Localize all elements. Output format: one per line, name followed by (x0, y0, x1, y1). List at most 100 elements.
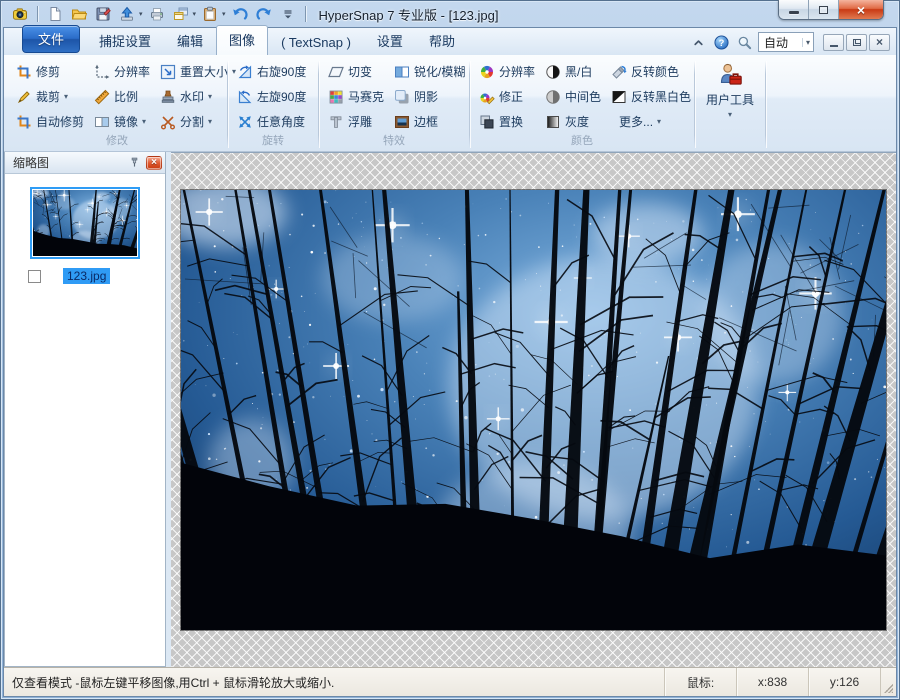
close-icon: × (857, 3, 865, 17)
dropdown-arrow-icon: ▾ (728, 110, 732, 119)
ribbon-button-crop[interactable]: 裁剪▾ (12, 86, 88, 108)
ribbon-button-invert-colors[interactable]: 反转颜色 (607, 61, 695, 83)
ribbon-button-frame[interactable]: 边框 (390, 111, 469, 133)
ribbon-button-user-tools[interactable]: 用户工具 ▾ (696, 57, 764, 119)
tab-capture-settings[interactable]: 捕捉设置 (86, 27, 164, 55)
ribbon-button-rotate-left-90[interactable]: 左旋90度 (233, 86, 313, 108)
panel-close-button[interactable]: × (146, 156, 162, 170)
window-controls: × (778, 0, 884, 20)
ribbon-button-color-correct[interactable]: 修正 (475, 86, 539, 108)
ribbon-button-midtone[interactable]: 中间色 (541, 86, 605, 108)
color-correct-icon (479, 89, 495, 105)
quick-access-toolbar: ▾ ▾ ▾ (10, 4, 309, 24)
image-canvas[interactable] (171, 152, 896, 667)
ribbon-right-controls: 自动 ▾ × (689, 32, 890, 55)
mosaic-icon (328, 89, 344, 105)
thumbnail-filename[interactable]: 123.jpg (63, 268, 110, 284)
ribbon-button-invert-bw[interactable]: 反转黑白色 (607, 86, 695, 108)
window-title: HyperSnap 7 专业版 - [123.jpg] (319, 5, 499, 24)
tab-image[interactable]: 图像 (216, 25, 268, 55)
app-logo-camera-icon[interactable] (10, 4, 30, 24)
status-bar: 仅查看模式 -鼠标左键平移图像,用Ctrl + 鼠标滑轮放大或缩小. 鼠标: x… (4, 667, 896, 696)
collapse-ribbon-chevron-icon[interactable] (689, 33, 707, 51)
tab-settings[interactable]: 设置 (364, 27, 416, 55)
ribbon-button-trim[interactable]: 修剪 (12, 61, 88, 83)
rotate-any-angle-icon (237, 114, 253, 130)
print-icon[interactable] (147, 4, 167, 24)
thumbnail-checkbox[interactable] (28, 270, 41, 283)
group-label-modify: 修改 (8, 134, 226, 151)
ribbon-button-color-replace[interactable]: 置换 (475, 111, 539, 133)
doc-restore-button[interactable] (846, 34, 867, 51)
user-tools-icon (717, 61, 744, 88)
ribbon-button-rotate-right-90[interactable]: 右旋90度 (233, 61, 313, 83)
zoom-select[interactable]: 自动 ▾ (758, 32, 814, 52)
dropdown-arrow-icon: ▾ (208, 92, 212, 101)
ribbon-button-mirror[interactable]: 镜像▾ (90, 111, 154, 133)
title-bar: ▾ ▾ ▾ HyperSnap 7 专业版 - [123.jpg] × (4, 0, 896, 28)
clipboard-paste-icon[interactable] (200, 4, 220, 24)
tab-help[interactable]: 帮助 (416, 27, 468, 55)
minimize-button[interactable] (779, 0, 809, 19)
ribbon-button-emboss[interactable]: 浮雕 (324, 111, 388, 133)
ribbon-button-resolution[interactable]: 分辨率 (90, 61, 154, 83)
thumbnail-caption-row: 123.jpg (20, 268, 150, 284)
export-upload-icon[interactable] (117, 4, 137, 24)
open-image[interactable] (181, 190, 886, 630)
magnifier-icon[interactable] (735, 33, 753, 51)
ribbon-group-effects: 切变 马赛克 浮雕 锐化/模糊 阴影 边框 特效 (320, 57, 468, 151)
minimize-icon (830, 45, 838, 47)
mirror-icon (94, 114, 110, 130)
ribbon-button-color-resolution[interactable]: 分辨率 (475, 61, 539, 83)
tab-textsnap[interactable]: ( TextSnap ) (268, 31, 364, 55)
auto-crop-icon (16, 114, 32, 130)
thumbnail-image[interactable] (30, 187, 140, 259)
ribbon-button-mosaic[interactable]: 马赛克 (324, 86, 388, 108)
ribbon-button-more[interactable]: 更多...▾ (607, 111, 695, 133)
mouse-label: 鼠标: (664, 668, 736, 696)
doc-close-button[interactable]: × (869, 34, 890, 51)
help-icon[interactable] (712, 33, 730, 51)
minimize-icon (789, 11, 799, 14)
tab-edit[interactable]: 编辑 (164, 27, 216, 55)
ribbon-button-scale[interactable]: 比例 (90, 86, 154, 108)
group-separator (318, 61, 319, 148)
ribbon-group-user-tools: 用户工具 ▾ (696, 57, 764, 151)
frame-icon (394, 114, 410, 130)
resolution-ruler-icon (94, 64, 110, 80)
ribbon-button-rotate-any-angle[interactable]: 任意角度 (233, 111, 313, 133)
ribbon-group-rotate: 右旋90度 左旋90度 任意角度 旋转 (229, 57, 317, 151)
ribbon-button-shadow[interactable]: 阴影 (390, 86, 469, 108)
pencil-crop-icon (16, 89, 32, 105)
chevron-down-icon: ▾ (802, 38, 810, 47)
save-file-icon[interactable] (93, 4, 113, 24)
restore-button[interactable] (809, 0, 839, 19)
ribbon-button-black-white[interactable]: 黑/白 (541, 61, 605, 83)
group-separator (765, 61, 766, 148)
undo-icon[interactable] (230, 4, 250, 24)
status-message: 仅查看模式 -鼠标左键平移图像,用Ctrl + 鼠标滑轮放大或缩小. (4, 668, 664, 696)
ribbon-button-shear[interactable]: 切变 (324, 61, 388, 83)
dropdown-arrow-icon[interactable]: ▾ (222, 10, 226, 18)
toolbar-separator (37, 6, 38, 22)
resize-grip[interactable] (880, 668, 896, 696)
ribbon-button-grayscale[interactable]: 灰度 (541, 111, 605, 133)
ribbon-button-auto-trim[interactable]: 自动修剪 (12, 111, 88, 133)
thumbnail-panel-header: 缩略图 × (5, 152, 165, 174)
color-wheel-icon (479, 64, 495, 80)
midtone-icon (545, 89, 561, 105)
capture-window-icon[interactable] (171, 4, 191, 24)
customize-qat-icon[interactable] (278, 4, 298, 24)
group-separator (227, 61, 228, 148)
ribbon-button-sharpen-blur[interactable]: 锐化/模糊 (390, 61, 469, 83)
pin-icon[interactable] (126, 155, 142, 171)
doc-minimize-button[interactable] (823, 34, 844, 51)
dropdown-arrow-icon[interactable]: ▾ (193, 10, 197, 18)
open-folder-icon[interactable] (69, 4, 89, 24)
tab-file[interactable]: 文件 (22, 25, 80, 53)
dropdown-arrow-icon[interactable]: ▾ (139, 10, 143, 18)
redo-icon[interactable] (254, 4, 274, 24)
close-button[interactable]: × (839, 0, 883, 19)
new-file-icon[interactable] (45, 4, 65, 24)
close-icon: × (151, 158, 157, 168)
